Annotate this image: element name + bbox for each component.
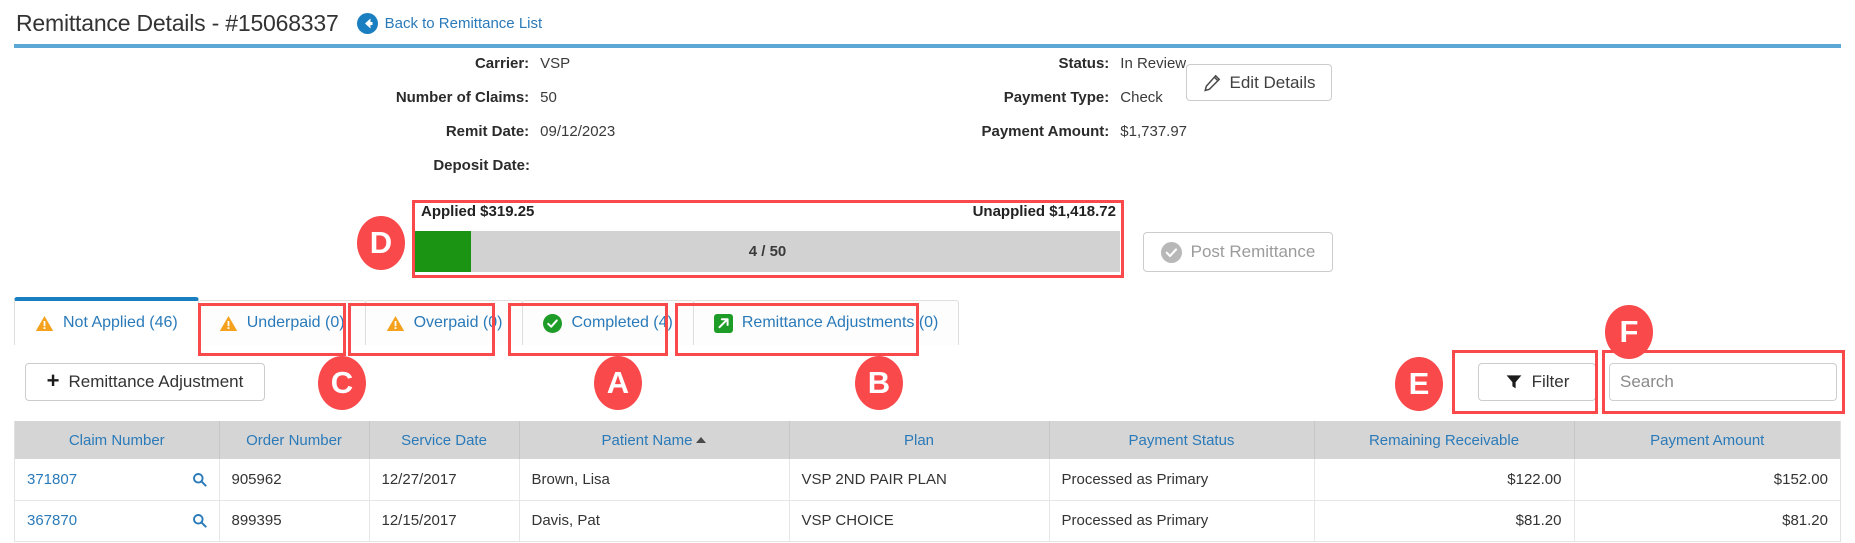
details-row: Number of Claims: 50 Payment Type: Check <box>0 89 1290 123</box>
payment-amount-value: $1,737.97 <box>1120 123 1188 140</box>
status-label: Status: <box>1058 55 1110 72</box>
carrier-label: Carrier: <box>474 55 530 72</box>
cell-remaining-receivable: $81.20 <box>1314 500 1575 542</box>
back-to-remittance-list-link[interactable]: Back to Remittance List <box>356 12 543 34</box>
number-of-claims-label: Number of Claims: <box>395 89 530 106</box>
annotation-badge-c: C <box>318 356 366 410</box>
post-remittance-label: Post Remittance <box>1190 242 1316 261</box>
arrow-out-box-icon <box>713 313 733 333</box>
column-header-patient-name[interactable]: Patient Name <box>519 421 790 459</box>
details-row: Carrier: VSP Status: In Review <box>0 55 1290 89</box>
magnifier-icon[interactable] <box>192 513 207 528</box>
warning-triangle-icon <box>219 315 238 332</box>
page-title: Remittance Details - #15068337 <box>16 9 339 36</box>
claim-number-link[interactable]: 367870 <box>27 512 77 529</box>
claims-progress-bar: 4 / 50 <box>415 231 1120 272</box>
page-header: Remittance Details - #15068337 Back to R… <box>0 0 1855 46</box>
column-header-claim-number[interactable]: Claim Number <box>15 421 220 459</box>
cell-plan: VSP CHOICE <box>789 500 1050 542</box>
tab-not-applied[interactable]: Not Applied (46) <box>14 297 199 345</box>
cell-payment-status: Processed as Primary <box>1049 459 1315 501</box>
column-header-patient-name-label: Patient Name <box>601 431 693 449</box>
filter-label: Filter <box>1531 372 1570 391</box>
column-header-payment-status[interactable]: Payment Status <box>1049 421 1315 459</box>
post-remittance-button[interactable]: Post Remittance <box>1143 232 1333 272</box>
check-circle-icon <box>1160 241 1182 263</box>
details-row: Deposit Date: <box>0 157 1290 191</box>
unapplied-amount-label: Unapplied $1,418.72 <box>972 203 1116 220</box>
table-row[interactable]: 367870 899395 12/15/2017 Davis, Pat VSP … <box>15 500 1840 542</box>
funnel-icon <box>1505 373 1523 391</box>
back-arrow-circle-icon <box>356 12 378 34</box>
annotation-badge-a: A <box>594 356 642 410</box>
tab-label: Completed (4) <box>571 314 673 331</box>
search-input[interactable] <box>1609 363 1837 401</box>
applied-amount-label: Applied $319.25 <box>421 203 535 220</box>
claim-number-link[interactable]: 371807 <box>27 471 77 488</box>
payment-amount-label: Payment Amount: <box>981 123 1110 140</box>
edit-details-label: Edit Details <box>1229 72 1316 92</box>
annotation-badge-d: D <box>357 216 405 270</box>
warning-triangle-icon <box>35 315 54 332</box>
cell-service-date: 12/27/2017 <box>369 459 520 501</box>
tab-remittance-adjustments[interactable]: Remittance Adjustments (0) <box>692 300 960 345</box>
remittance-details-page: Remittance Details - #15068337 Back to R… <box>0 0 1855 543</box>
deposit-date-label: Deposit Date: <box>433 157 530 174</box>
claims-table: Claim Number Order Number Service Date P… <box>14 421 1841 542</box>
table-row[interactable]: 371807 905962 12/27/2017 Brown, Lisa VSP… <box>15 459 1840 501</box>
tab-underpaid[interactable]: Underpaid (0) <box>197 300 366 345</box>
cell-patient-name: Brown, Lisa <box>519 459 790 501</box>
pencil-icon <box>1203 74 1221 92</box>
cell-service-date: 12/15/2017 <box>369 500 520 542</box>
column-header-remaining-receivable[interactable]: Remaining Receivable <box>1314 421 1575 459</box>
remit-date-label: Remit Date: <box>445 123 530 140</box>
details-row: Remit Date: 09/12/2023 Payment Amount: $… <box>0 123 1290 157</box>
warning-triangle-icon <box>386 315 405 332</box>
column-header-payment-amount[interactable]: Payment Amount <box>1574 421 1840 459</box>
column-header-service-date[interactable]: Service Date <box>369 421 520 459</box>
tab-completed[interactable]: Completed (4) <box>522 300 694 345</box>
header-divider <box>14 44 1841 48</box>
annotation-badge-b: B <box>855 356 903 410</box>
tab-label: Underpaid (0) <box>246 314 345 331</box>
claims-tabs: Not Applied (46) Underpaid (0) Overpaid … <box>14 297 960 345</box>
remit-date-value: 09/12/2023 <box>540 123 616 140</box>
applied-progress-panel: Applied $319.25 Unapplied $1,418.72 4 / … <box>415 203 1120 275</box>
cell-patient-name: Davis, Pat <box>519 500 790 542</box>
column-header-order-number[interactable]: Order Number <box>219 421 370 459</box>
tab-label: Remittance Adjustments (0) <box>741 314 939 331</box>
column-header-plan[interactable]: Plan <box>789 421 1050 459</box>
tab-label: Not Applied (46) <box>63 314 178 331</box>
magnifier-icon[interactable] <box>192 472 207 487</box>
annotation-badge-e: E <box>1395 357 1443 411</box>
cell-payment-amount: $81.20 <box>1574 500 1840 542</box>
tab-overpaid[interactable]: Overpaid (0) <box>364 300 524 345</box>
progress-count-label: 4 / 50 <box>748 243 787 260</box>
add-remittance-adjustment-label: Remittance Adjustment <box>68 372 244 391</box>
cell-claim-number: 367870 <box>15 500 220 542</box>
table-header-row: Claim Number Order Number Service Date P… <box>15 421 1840 459</box>
sort-asc-icon <box>696 436 707 443</box>
tab-label: Overpaid (0) <box>413 314 503 331</box>
filter-button[interactable]: Filter <box>1478 363 1596 401</box>
annotation-badge-f: F <box>1605 305 1653 359</box>
payment-type-label: Payment Type: <box>1003 89 1110 106</box>
add-remittance-adjustment-button[interactable]: + Remittance Adjustment <box>25 363 265 401</box>
cell-payment-status: Processed as Primary <box>1049 500 1315 542</box>
number-of-claims-value: 50 <box>540 89 557 106</box>
applied-amounts-row: Applied $319.25 Unapplied $1,418.72 <box>415 203 1120 227</box>
cell-claim-number: 371807 <box>15 459 220 501</box>
back-link-label: Back to Remittance List <box>384 14 543 32</box>
check-circle-green-icon <box>543 313 563 333</box>
cell-plan: VSP 2ND PAIR PLAN <box>789 459 1050 501</box>
cell-remaining-receivable: $122.00 <box>1314 459 1575 501</box>
cell-order-number: 905962 <box>219 459 370 501</box>
carrier-value: VSP <box>540 55 571 72</box>
edit-details-button[interactable]: Edit Details <box>1186 64 1332 101</box>
plus-icon: + <box>46 368 60 393</box>
cell-payment-amount: $152.00 <box>1574 459 1840 501</box>
cell-order-number: 899395 <box>219 500 370 542</box>
remittance-details-summary: Carrier: VSP Status: In Review Number of… <box>0 55 1290 191</box>
